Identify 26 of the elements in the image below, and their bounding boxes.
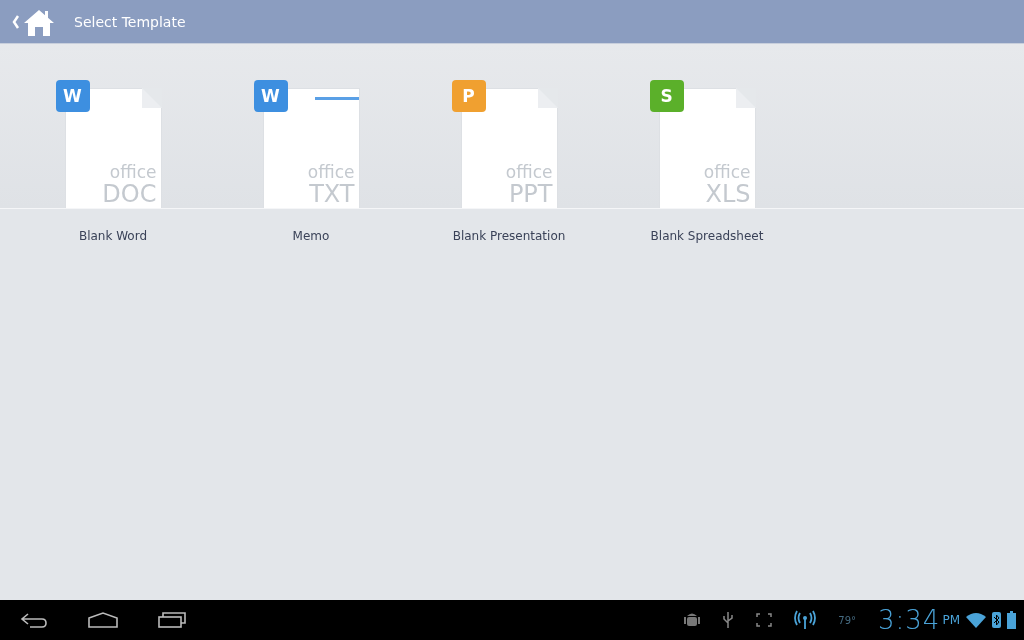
template-label[interactable]: Blank Presentation <box>452 229 566 243</box>
recent-apps-icon[interactable] <box>158 612 186 628</box>
temperature-text: 79° <box>838 614 856 626</box>
app-badge: S <box>649 80 684 112</box>
template-label[interactable]: Blank Spreadsheet <box>650 229 764 243</box>
bluetooth-icon <box>992 612 1001 628</box>
folded-corner <box>735 88 756 108</box>
clock-ampm: PM <box>942 613 960 627</box>
folded-corner <box>537 88 558 108</box>
app-badge: W <box>55 80 90 112</box>
home-icon[interactable] <box>88 612 118 628</box>
screen-title: Select Template <box>74 13 186 30</box>
template-label[interactable]: Memo <box>292 229 330 243</box>
android-icon[interactable] <box>684 611 701 629</box>
clock-time: 3:34 <box>878 605 941 635</box>
usb-icon[interactable] <box>722 611 735 629</box>
app-badge: W <box>253 80 288 112</box>
antenna-icon[interactable] <box>794 610 817 630</box>
wifi-icon <box>966 612 986 628</box>
back-icon[interactable] <box>20 612 48 628</box>
template-label[interactable]: Blank Word <box>78 229 148 243</box>
app-badge: P <box>451 80 486 112</box>
folded-corner <box>141 88 162 108</box>
memo-line <box>314 97 359 100</box>
screenshot-icon[interactable] <box>756 613 773 627</box>
battery-icon <box>1007 611 1016 629</box>
